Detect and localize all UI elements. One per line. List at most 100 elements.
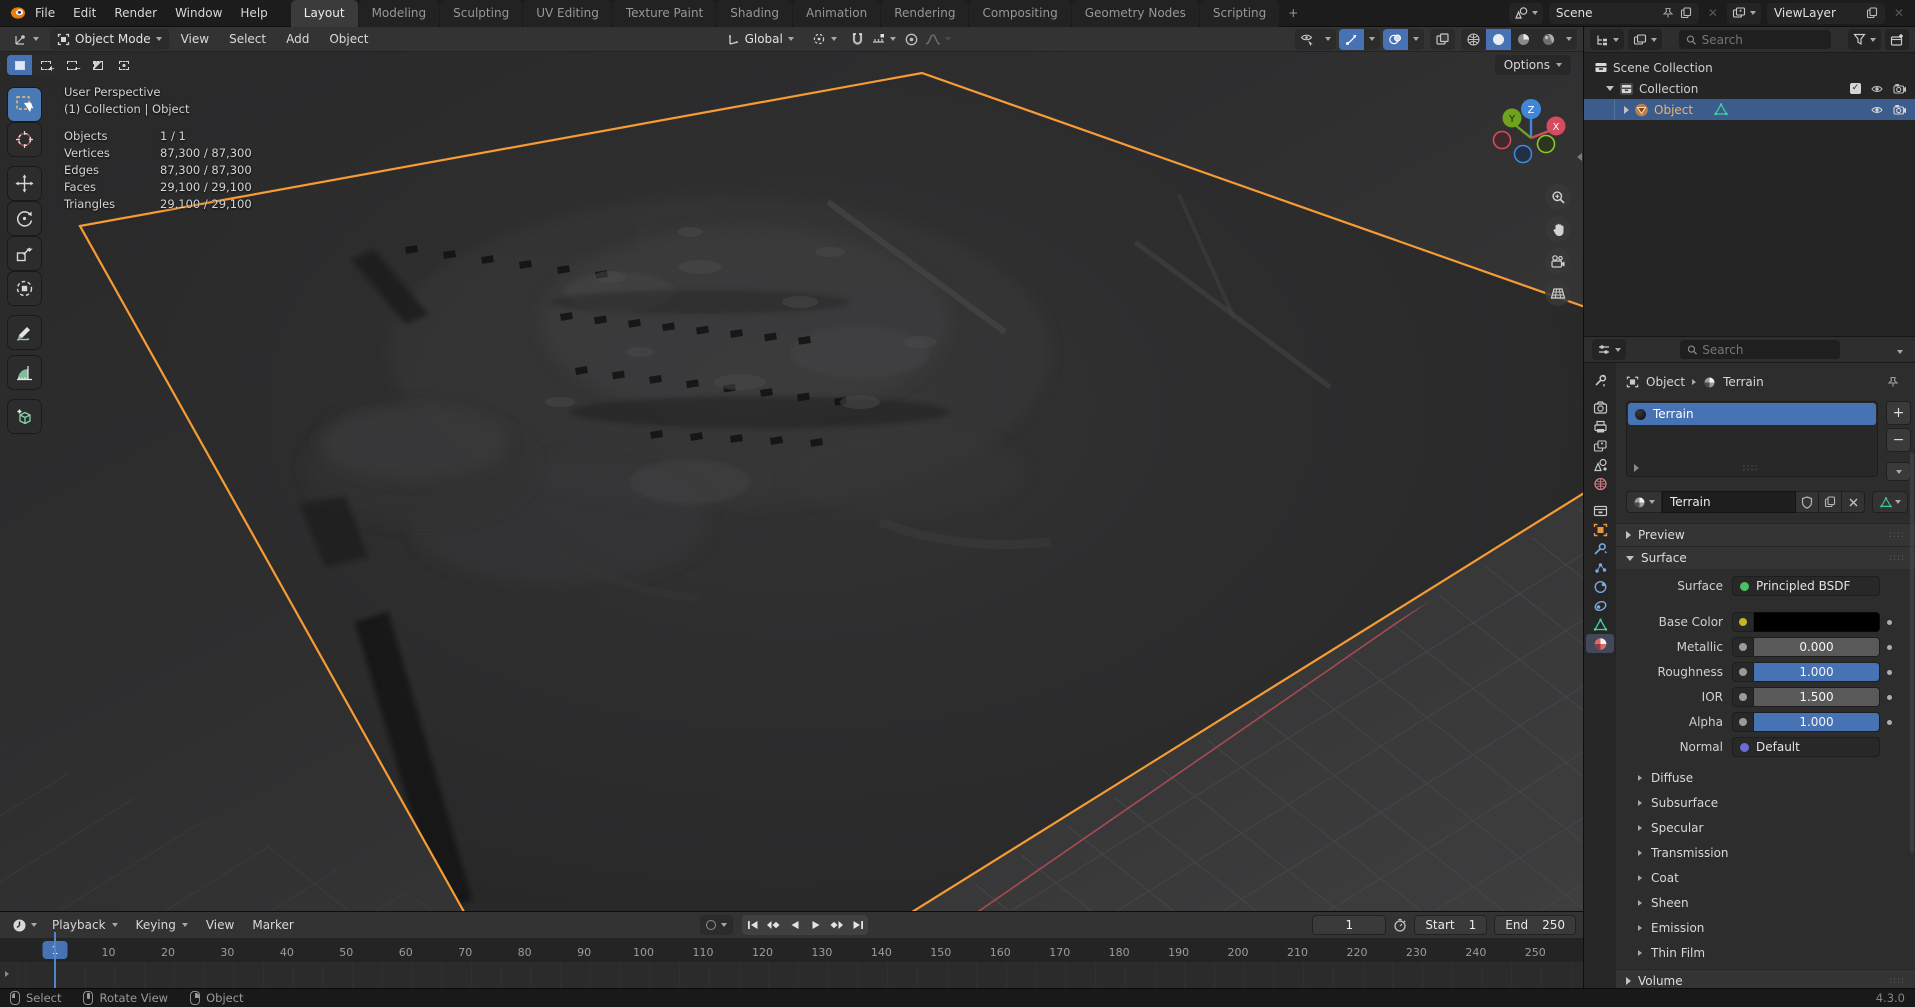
ior-socket[interactable] [1732,687,1754,707]
blender-logo-icon[interactable] [8,4,26,22]
snap-target-button[interactable] [869,30,898,49]
tool-measure[interactable] [8,356,41,389]
jump-to-end-button[interactable] [847,915,868,935]
copy-material-button[interactable] [1819,491,1842,513]
show-gizmos-toggle[interactable] [1339,29,1364,50]
menu-select[interactable]: Select [221,32,274,46]
tab-shading[interactable]: Shading [717,0,792,27]
roughness-socket[interactable] [1732,662,1754,682]
alpha-socket[interactable] [1732,712,1754,732]
collection-hide-eye-icon[interactable] [1870,83,1884,95]
slot-expand-icon[interactable] [1634,464,1639,472]
section-emission[interactable]: Emission [1616,915,1915,940]
slot-specials-button[interactable] [1886,462,1911,481]
toggle-perspective-button[interactable] [1545,280,1571,306]
camera-view-button[interactable] [1545,248,1571,274]
shading-material-preview-button[interactable] [1511,29,1536,50]
fake-user-button[interactable] [1796,491,1819,513]
add-slot-button[interactable]: + [1886,401,1911,425]
proportional-editing-toggle[interactable] [902,30,921,49]
viewport-3d[interactable]: + − Options User Perspective (1) Collect… [0,52,1583,911]
properties-scrollbar[interactable] [1910,453,1914,853]
collection-expand-icon[interactable] [1606,86,1614,91]
panel-volume[interactable]: Volume :::: [1616,969,1915,988]
shading-wireframe-button[interactable] [1461,29,1486,50]
link-material-dropdown[interactable] [1872,491,1908,513]
tab-object-data-properties[interactable] [1586,615,1614,634]
panel-drag-grip-icon[interactable]: :::: [1889,553,1905,563]
menu-object[interactable]: Object [321,32,376,46]
play-reverse-button[interactable] [784,915,805,935]
menu-edit[interactable]: Edit [64,0,105,26]
timeline-editor-type-button[interactable] [7,915,42,936]
section-diffuse[interactable]: Diffuse [1616,765,1915,790]
tab-texture-paint[interactable]: Texture Paint [613,0,716,27]
show-overlays-toggle[interactable] [1383,29,1408,50]
tool-cursor[interactable] [8,123,41,156]
normal-selector[interactable]: Default [1732,737,1880,757]
tab-object-properties[interactable] [1586,520,1614,539]
zoom-button[interactable] [1545,184,1571,210]
alpha-slider[interactable]: 1.000 [1754,712,1880,732]
animate-dot-icon[interactable] [1887,670,1892,675]
tab-world-properties[interactable] [1586,474,1614,493]
pivot-point-dropdown[interactable] [805,29,844,50]
viewlayer-browse-button[interactable] [1727,3,1761,24]
new-viewlayer-copy-icon[interactable] [1866,7,1878,19]
add-workspace-button[interactable]: + [1280,0,1306,27]
animate-dot-icon[interactable] [1887,695,1892,700]
row-scene-collection[interactable]: Scene Collection [1584,57,1915,78]
section-subsurface[interactable]: Subsurface [1616,790,1915,815]
channels-expand-icon[interactable] [5,966,9,980]
outliner-filter-button[interactable] [1848,29,1881,50]
next-keyframe-button[interactable] [826,915,847,935]
xray-toggle[interactable] [1430,29,1455,50]
tab-layout[interactable]: Layout [291,0,358,27]
section-coat[interactable]: Coat [1616,865,1915,890]
timeline-tracks[interactable] [0,963,1583,988]
unlink-material-button[interactable] [1842,491,1865,513]
object-hide-eye-icon[interactable] [1870,104,1884,116]
tab-constraint-properties[interactable] [1586,596,1614,615]
pin-icon[interactable] [1887,376,1899,388]
tab-render-properties[interactable] [1586,398,1614,417]
panel-drag-grip-icon[interactable]: :::: [1889,976,1905,986]
transform-orientation-dropdown[interactable]: Global [719,29,801,50]
menu-view[interactable]: View [173,32,217,46]
scene-browse-button[interactable] [1509,3,1543,24]
tool-rotate[interactable] [8,202,41,235]
pan-button[interactable] [1545,216,1571,242]
outliner-display-mode-button[interactable] [1590,29,1624,50]
menu-file[interactable]: File [26,0,64,26]
viewlayer-name-field[interactable]: ViewLayer [1767,3,1885,24]
panel-drag-grip-icon[interactable]: :::: [1889,530,1905,540]
end-frame-field[interactable]: End250 [1494,915,1576,935]
properties-search[interactable] [1680,340,1840,359]
select-mode-invert[interactable] [85,55,110,75]
pin-icon[interactable] [1662,7,1674,19]
material-slot-terrain[interactable]: Terrain [1628,403,1876,425]
object-render-camera-icon[interactable] [1893,104,1907,116]
timeline-ruler[interactable]: 1 10203040506070809010011012013014015016… [0,939,1583,962]
object-expand-icon[interactable] [1624,106,1629,114]
section-specular[interactable]: Specular [1616,815,1915,840]
select-mode-set[interactable] [7,55,32,75]
mode-selector[interactable]: Object Mode [50,29,169,50]
tab-material-properties[interactable] [1586,634,1614,653]
playhead[interactable] [54,932,56,988]
gizmo-z-neg-axis[interactable] [1515,146,1532,163]
gizmo-y-neg-axis[interactable] [1538,136,1555,153]
base-color-swatch[interactable] [1754,612,1880,632]
tab-sculpting[interactable]: Sculpting [440,0,522,27]
properties-options-dropdown[interactable] [1893,343,1907,357]
panel-preview[interactable]: Preview :::: [1616,523,1915,546]
breadcrumb-object[interactable]: Object [1646,375,1685,389]
play-button[interactable] [805,915,826,935]
select-mode-intersect[interactable] [111,55,136,75]
snap-toggle-button[interactable] [848,30,867,49]
tool-select-box[interactable] [8,88,41,121]
tab-rendering[interactable]: Rendering [881,0,968,27]
metallic-socket[interactable] [1732,637,1754,657]
tab-uv-editing[interactable]: UV Editing [523,0,612,27]
menu-add[interactable]: Add [278,32,317,46]
